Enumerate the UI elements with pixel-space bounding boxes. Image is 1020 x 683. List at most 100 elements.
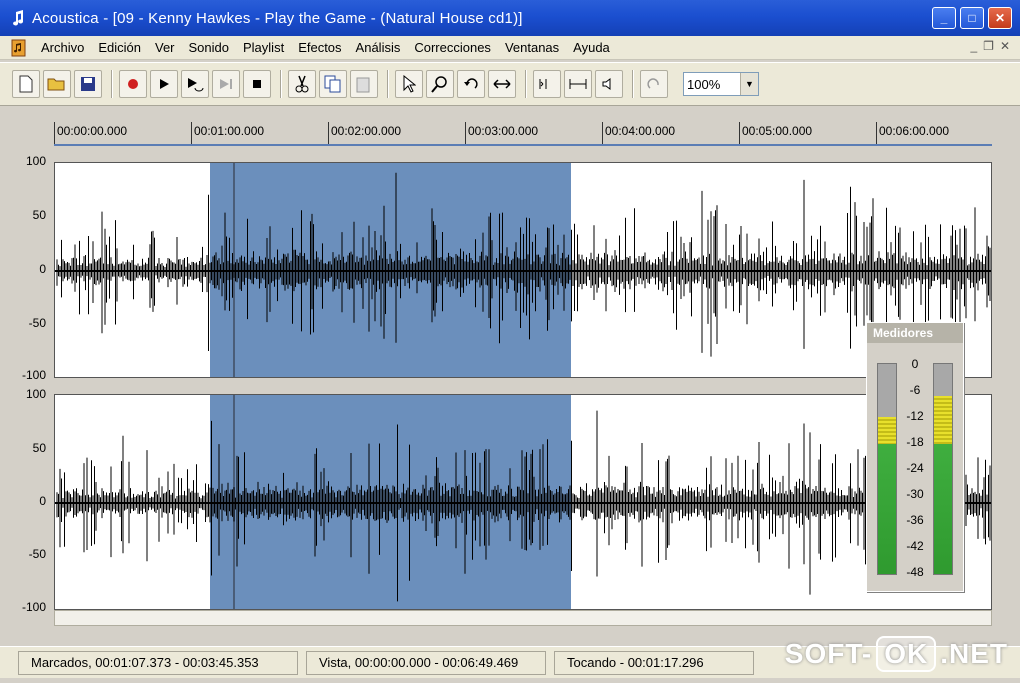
ruler-tick [191, 122, 192, 144]
ruler-label: 00:04:00.000 [605, 124, 676, 138]
meter-scale-label: -6 [909, 383, 921, 397]
menu-efectos[interactable]: Efectos [291, 40, 348, 55]
copy-icon [324, 75, 341, 93]
undo-icon [464, 78, 478, 89]
meter-scale-label: -42 [906, 539, 924, 553]
ruler-label: 00:00:00.000 [57, 124, 128, 138]
watermark-right: .NET [940, 638, 1008, 669]
close-button[interactable]: ✕ [988, 7, 1012, 29]
menu-analisis[interactable]: Análisis [349, 40, 408, 55]
zoom-value: 100% [687, 76, 721, 92]
ruler-label: 00:06:00.000 [879, 124, 950, 138]
status-marked: Marcados, 00:01:07.373 - 00:03:45.353 [18, 650, 298, 675]
cut-icon [295, 75, 309, 93]
play-icon [160, 79, 169, 89]
y-label-ch2-0: 0 [39, 494, 46, 508]
ruler-tick [876, 122, 877, 144]
maximize-button[interactable]: □ [960, 7, 984, 29]
stop-button[interactable] [243, 70, 271, 98]
ruler-label: 00:02:00.000 [331, 124, 402, 138]
menu-bar: Archivo Edición Ver Sonido Playlist Efec… [0, 36, 1020, 60]
y-label-ch1-50: 50 [32, 208, 46, 222]
waveform-path [56, 410, 991, 602]
meter-scale-label: -12 [906, 409, 924, 423]
waveform-right [55, 410, 991, 602]
meters-panel[interactable]: Medidores 0 -6 -12 -18 -24 -30 -36 -42 -48 [866, 322, 964, 592]
horizontal-scrollbar[interactable] [54, 610, 992, 626]
ruler-tick [739, 122, 740, 144]
zoom-selection-button[interactable] [533, 70, 561, 98]
copy-button[interactable] [319, 70, 347, 98]
toolbar: 100% ▼ [0, 62, 1020, 106]
editor-area: 00:00:00.000 00:01:00.000 00:02:00.000 00:0… [10, 110, 1010, 640]
menu-ver[interactable]: Ver [148, 40, 182, 55]
fit-horizontal-button[interactable] [488, 70, 516, 98]
menu-playlist[interactable]: Playlist [236, 40, 291, 55]
zoom-full-icon [569, 79, 587, 89]
y-label-ch2-neg100: -100 [21, 600, 46, 614]
waveform-channel-right[interactable] [54, 394, 992, 610]
ruler-tick [328, 122, 329, 144]
paste-icon [356, 77, 370, 93]
meter-left-peak [878, 416, 896, 444]
menu-ayuda[interactable]: Ayuda [566, 40, 617, 55]
meter-left-level [878, 443, 896, 574]
app-music-note-icon [10, 9, 26, 27]
meter-scale-label: -36 [906, 513, 924, 527]
meter-right-level [934, 443, 952, 574]
play-loop-icon [188, 78, 204, 92]
redo-icon [647, 78, 659, 89]
menu-sonido[interactable]: Sonido [182, 40, 236, 55]
doc-restore-icon[interactable]: ❐ [983, 39, 994, 53]
paste-button[interactable] [350, 70, 378, 98]
play-button[interactable] [150, 70, 178, 98]
new-file-icon [19, 75, 33, 93]
meter-left [877, 363, 897, 575]
ruler-tick [54, 122, 55, 144]
redo-button[interactable] [640, 70, 668, 98]
meter-right-peak [934, 395, 952, 444]
ruler-label: 00:05:00.000 [742, 124, 813, 138]
speaker-button[interactable] [595, 70, 623, 98]
fit-horizontal-icon [493, 79, 511, 89]
menu-edicion[interactable]: Edición [91, 40, 148, 55]
select-tool-button[interactable] [395, 70, 423, 98]
minimize-button[interactable]: _ [932, 7, 956, 29]
undo-button[interactable] [457, 70, 485, 98]
meter-scale-label: 0 [911, 357, 919, 371]
play-selection-button[interactable] [212, 70, 240, 98]
document-icon[interactable] [10, 39, 28, 57]
zoom-tool-button[interactable] [426, 70, 454, 98]
waveform-channel-left[interactable] [54, 162, 992, 378]
meter-scale-label: -30 [906, 487, 924, 501]
doc-close-icon[interactable]: ✕ [1000, 39, 1010, 53]
menu-correcciones[interactable]: Correcciones [407, 40, 498, 55]
open-folder-icon [47, 78, 65, 91]
meter-scale-label: -18 [906, 435, 924, 449]
status-view: Vista, 00:00:00.000 - 00:06:49.469 [306, 650, 546, 675]
speaker-icon [602, 78, 611, 90]
chevron-down-icon[interactable]: ▼ [740, 73, 758, 95]
new-file-button[interactable] [12, 70, 40, 98]
doc-minimize-icon[interactable]: _ [970, 39, 977, 53]
y-label-ch1-0: 0 [39, 262, 46, 276]
record-button[interactable] [119, 70, 147, 98]
zoom-full-button[interactable] [564, 70, 592, 98]
watermark-left: SOFT- [784, 638, 873, 669]
meter-right [933, 363, 953, 575]
window-title: Acoustica - [09 - Kenny Hawkes - Play th… [32, 9, 523, 27]
save-button[interactable] [74, 70, 102, 98]
cut-button[interactable] [288, 70, 316, 98]
open-button[interactable] [43, 70, 71, 98]
menu-archivo[interactable]: Archivo [34, 40, 91, 55]
title-bar: Acoustica - [09 - Kenny Hawkes - Play th… [0, 0, 1020, 36]
menu-ventanas[interactable]: Ventanas [498, 40, 566, 55]
play-loop-button[interactable] [181, 70, 209, 98]
zoom-select[interactable]: 100% ▼ [683, 72, 759, 96]
meters-title: Medidores [867, 323, 963, 343]
ruler-label: 00:03:00.000 [468, 124, 539, 138]
time-ruler[interactable]: 00:00:00.000 00:01:00.000 00:02:00.000 00:0… [54, 122, 992, 146]
status-playing: Tocando - 00:01:17.296 [554, 650, 754, 675]
y-label-ch1-neg50: -50 [28, 316, 46, 330]
zoom-magnifier-icon [431, 76, 447, 93]
